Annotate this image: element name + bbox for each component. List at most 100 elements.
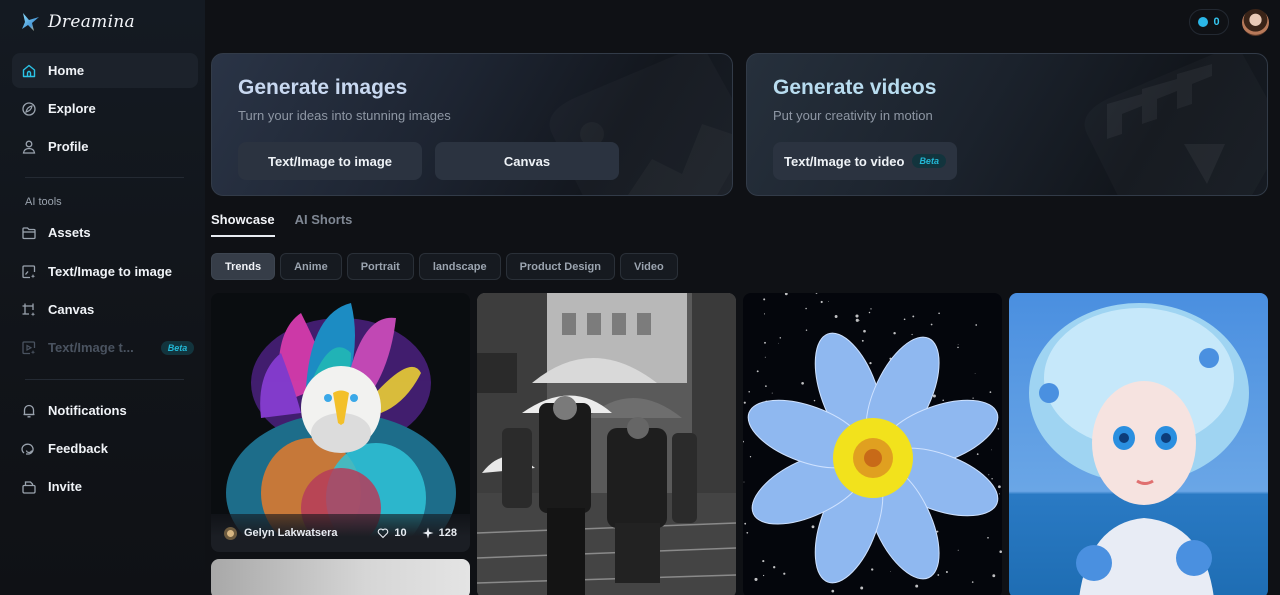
credits-button[interactable]: 0	[1189, 9, 1229, 35]
star	[987, 536, 989, 539]
sidebar-item-profile[interactable]: Profile	[12, 129, 198, 164]
gallery-card-blue-flower[interactable]	[743, 293, 1002, 595]
credits-count: 0	[1213, 16, 1220, 28]
credit-coin-icon	[1198, 17, 1209, 27]
star	[957, 344, 959, 345]
sidebar-item-text-image-to-video[interactable]: Text/Image t... Beta	[12, 330, 198, 365]
gallery-card-anime-girl[interactable]	[1009, 293, 1268, 595]
like-count: 10	[394, 527, 407, 539]
star	[992, 574, 996, 578]
hero-subtitle: Turn your ideas into stunning images	[238, 108, 451, 123]
star	[972, 397, 974, 399]
sidebar-item-label: Invite	[48, 479, 82, 494]
star	[765, 385, 767, 387]
star	[988, 474, 990, 476]
folder-icon	[22, 226, 36, 239]
sidebar-item-home[interactable]: Home	[12, 53, 198, 88]
image-sparkle-icon	[22, 264, 36, 278]
canvas-button[interactable]: Canvas	[435, 142, 619, 180]
sidebar-item-feedback[interactable]: Feedback	[12, 431, 198, 466]
gallery-card-partial[interactable]	[211, 559, 470, 595]
remix-button[interactable]: 128	[422, 527, 457, 539]
star	[764, 341, 766, 344]
star	[743, 401, 746, 404]
gallery-card-umbrellas[interactable]	[477, 293, 736, 595]
author-name[interactable]: Gelyn Lakwatsera	[244, 527, 338, 539]
star	[890, 571, 892, 573]
star	[991, 478, 993, 480]
star	[778, 342, 779, 344]
sidebar: Dreamina Home Explore Profile AI tools A…	[0, 0, 205, 595]
beta-badge: Beta	[160, 340, 195, 355]
star	[801, 381, 804, 385]
sidebar-item-label: Feedback	[48, 441, 108, 456]
star	[783, 572, 786, 575]
star	[870, 308, 872, 310]
anime-girl-image	[1009, 293, 1268, 595]
filter-portrait[interactable]: Portrait	[346, 253, 414, 280]
sidebar-item-notifications[interactable]: Notifications	[12, 393, 198, 428]
card-footer: Gelyn Lakwatsera 10 128	[211, 514, 470, 552]
star	[860, 586, 864, 590]
like-button[interactable]: 10	[377, 527, 407, 539]
star	[831, 589, 835, 593]
star	[779, 337, 782, 339]
text-image-to-image-button[interactable]: Text/Image to image	[238, 142, 422, 180]
star	[945, 570, 948, 574]
sidebar-item-canvas[interactable]: Canvas	[12, 292, 198, 327]
button-label: Text/Image to video	[784, 153, 905, 169]
filter-video[interactable]: Video	[619, 253, 678, 280]
star	[813, 399, 816, 402]
star	[855, 318, 859, 322]
star	[748, 390, 750, 393]
user-avatar[interactable]	[1242, 9, 1269, 36]
filter-trends[interactable]: Trends	[211, 253, 276, 280]
sidebar-item-text-image-to-image[interactable]: Text/Image to image	[12, 254, 198, 289]
explore-icon	[22, 101, 36, 116]
sidebar-item-label: Explore	[48, 101, 96, 116]
star	[930, 323, 933, 326]
star	[762, 574, 765, 577]
author-avatar[interactable]	[224, 526, 237, 540]
star	[756, 370, 759, 373]
star	[971, 581, 974, 583]
sidebar-item-label: Text/Image t...	[48, 340, 134, 355]
star	[764, 356, 766, 358]
sidebar-item-label: Canvas	[48, 302, 95, 317]
star	[957, 549, 959, 551]
sidebar-divider	[25, 379, 184, 380]
star	[974, 373, 976, 375]
star	[976, 453, 979, 455]
star	[771, 392, 773, 394]
sidebar-item-explore[interactable]: Explore	[12, 91, 198, 126]
filter-anime[interactable]: Anime	[280, 253, 342, 280]
star	[871, 568, 874, 571]
star	[762, 560, 765, 563]
star	[763, 298, 766, 301]
umbrellas-image	[477, 293, 736, 595]
star	[828, 301, 829, 302]
star	[743, 481, 745, 483]
gallery-card-eagle[interactable]: Gelyn Lakwatsera 10 128	[211, 293, 470, 552]
logo[interactable]: Dreamina	[20, 10, 135, 34]
star	[746, 531, 749, 534]
sidebar-item-assets[interactable]: Assets	[12, 215, 198, 250]
heart-icon	[378, 528, 389, 539]
star	[773, 566, 776, 569]
sidebar-item-label: Home	[48, 63, 85, 78]
filter-product-design[interactable]: Product Design	[505, 253, 615, 280]
bell-icon	[23, 404, 35, 417]
star	[805, 329, 808, 331]
tab-showcase[interactable]: Showcase	[211, 212, 275, 237]
star	[805, 307, 807, 310]
sidebar-item-label: Notifications	[48, 403, 127, 418]
star	[903, 318, 906, 321]
hero-subtitle: Put your creativity in motion	[773, 108, 933, 123]
text-image-to-video-button[interactable]: Text/Image to video Beta	[773, 142, 957, 180]
star	[915, 584, 919, 588]
tab-ai-shorts[interactable]: AI Shorts	[295, 212, 353, 237]
video-decoration-icon	[1107, 64, 1225, 184]
sidebar-item-invite[interactable]: Invite	[12, 469, 198, 504]
filter-landscape[interactable]: landscape	[418, 253, 501, 280]
star	[855, 314, 859, 318]
